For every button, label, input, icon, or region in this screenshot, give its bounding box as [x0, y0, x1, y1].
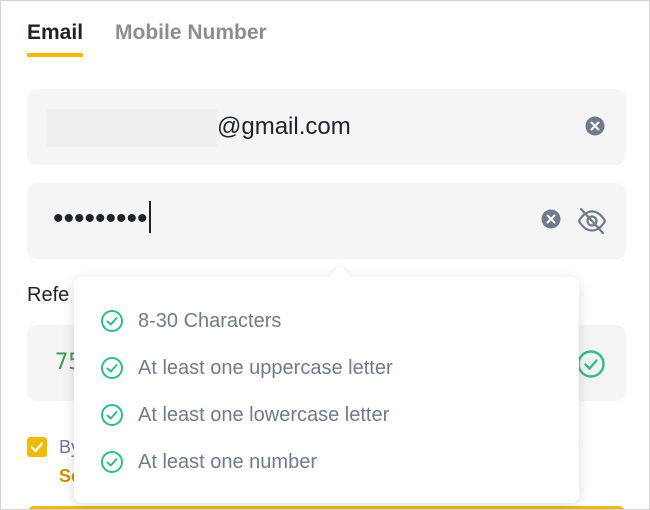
password-masked-text: •••••••••	[53, 202, 148, 235]
password-value: •••••••••	[53, 201, 151, 237]
email-redacted-part	[47, 109, 217, 147]
terms-checkbox[interactable]	[27, 437, 47, 457]
requirement-label: 8-30 Characters	[138, 309, 282, 332]
signup-method-tabs: Email Mobile Number	[27, 21, 267, 57]
check-circle-icon	[101, 310, 123, 332]
requirement-label: At least one uppercase letter	[138, 356, 393, 379]
password-field[interactable]: •••••••••	[27, 183, 626, 259]
email-field[interactable]: @gmail.com	[27, 89, 626, 165]
referral-label: Refe	[27, 284, 70, 306]
check-circle-icon	[101, 451, 123, 473]
requirement-label: At least one number	[138, 450, 317, 473]
requirement-item: 8-30 Characters	[100, 309, 281, 333]
password-requirements-popover: 8-30 Characters At least one uppercase l…	[74, 265, 579, 503]
requirement-item: At least one uppercase letter	[100, 356, 393, 380]
create-account-button[interactable]	[27, 506, 626, 509]
text-caret	[148, 201, 151, 234]
check-circle-icon	[101, 357, 123, 379]
checkmark-icon	[30, 442, 44, 453]
eye-off-icon[interactable]	[576, 205, 608, 237]
email-value-domain: @gmail.com	[217, 113, 351, 140]
requirement-item: At least one lowercase letter	[100, 403, 389, 427]
tab-mobile-number[interactable]: Mobile Number	[115, 21, 267, 57]
requirement-item: At least one number	[100, 450, 317, 474]
tab-email[interactable]: Email	[27, 21, 84, 57]
clear-email-icon[interactable]	[584, 115, 606, 137]
popover-arrow	[328, 265, 352, 289]
registration-form: Email Mobile Number @gmail.com •••••••••…	[0, 0, 650, 510]
requirement-label: At least one lowercase letter	[138, 403, 390, 426]
check-circle-icon	[101, 404, 123, 426]
check-circle-icon	[577, 350, 605, 378]
clear-password-icon[interactable]	[540, 208, 562, 230]
